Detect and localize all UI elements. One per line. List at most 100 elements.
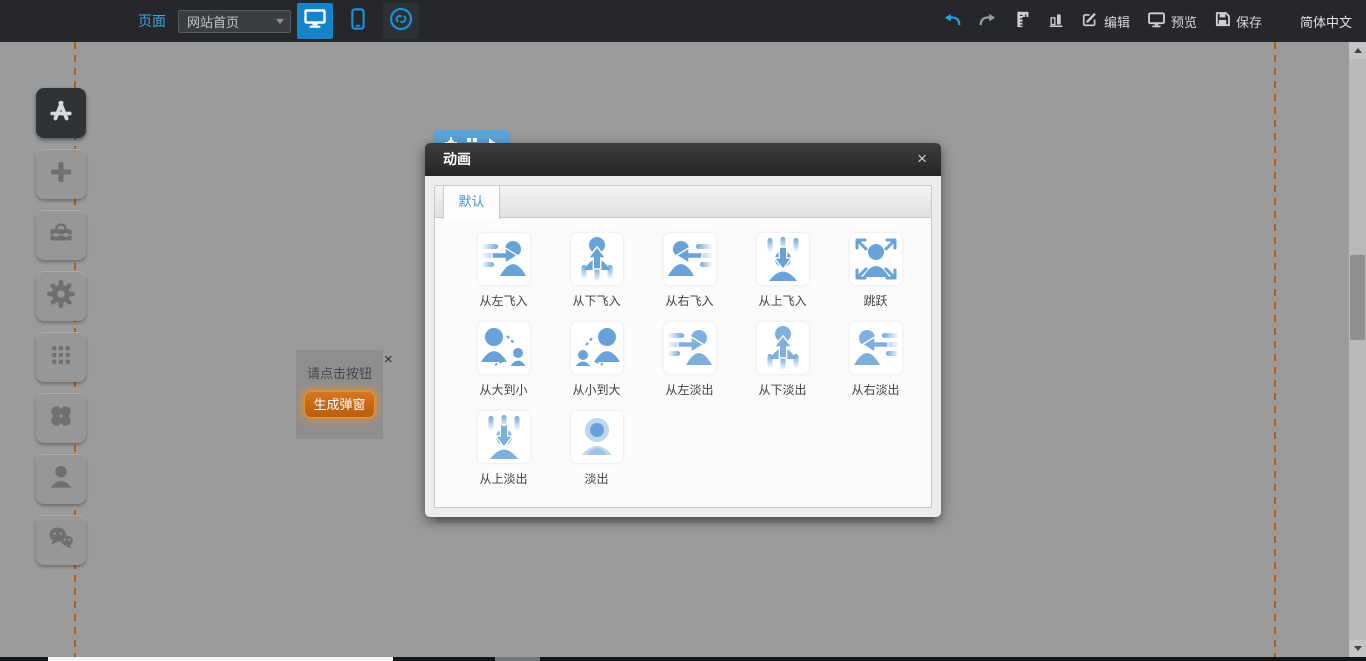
animation-grid: 从左飞入从下飞入从右飞入从上飞入 跳跃从大到小从小到大从左淡出从下淡出从右淡出从… — [435, 218, 931, 487]
animation-option-label: 从左飞入 — [457, 292, 550, 309]
animation-dialog: 动画 × 默认 从左飞入从下飞入从右飞入从上飞入 跳跃从大到小从小到大从左淡出从… — [425, 143, 941, 517]
view-mode-group — [297, 3, 419, 39]
animation-option-fly-in-left[interactable]: 从左飞入 — [457, 233, 550, 309]
redo-button[interactable] — [979, 14, 996, 29]
animation-option-fade-out-bottom[interactable]: 从下淡出 — [736, 322, 829, 398]
mobile-icon — [351, 8, 365, 35]
generate-popup-button[interactable]: 生成弹窗 — [304, 391, 375, 418]
view-mode-mobile[interactable] — [340, 3, 376, 39]
jump-icon — [850, 233, 902, 285]
animation-option-label: 从右飞入 — [643, 292, 736, 309]
page-label: 页面 — [138, 11, 166, 31]
link-icon — [389, 7, 413, 36]
animation-option-fade-out-left[interactable]: 从左淡出 — [643, 322, 736, 398]
dialog-body: 默认 从左飞入从下飞入从右飞入从上飞入 跳跃从大到小从小到大从左淡出从下淡出从右… — [425, 176, 941, 517]
animation-option-fly-in-right[interactable]: 从右飞入 — [643, 233, 736, 309]
sidebar-item-user[interactable] — [36, 454, 86, 504]
clover-icon — [46, 401, 76, 436]
animation-option-jump[interactable]: 跳跃 — [829, 233, 922, 309]
page-bottom-strip — [48, 657, 393, 661]
tab-default[interactable]: 默认 — [443, 186, 500, 219]
edit-button[interactable]: 编辑 — [1082, 12, 1130, 31]
fly-in-top-icon — [757, 233, 809, 285]
redo-icon — [979, 14, 996, 29]
animation-option-label: 从上淡出 — [457, 470, 550, 487]
widget-close-icon[interactable]: × — [384, 352, 393, 367]
wechat-icon — [45, 522, 77, 559]
preview-monitor-icon — [1148, 12, 1165, 31]
page-select[interactable]: 网站首页 — [178, 10, 291, 33]
preview-button[interactable]: 预览 — [1148, 12, 1197, 31]
scroll-up-button[interactable] — [1349, 42, 1366, 59]
sidebar-item-components[interactable] — [36, 88, 86, 138]
horizontal-scrollbar[interactable] — [0, 657, 1366, 661]
sidebar-item-wechat[interactable] — [36, 515, 86, 565]
sidebar-item-modules[interactable] — [36, 332, 86, 382]
preview-label: 预览 — [1171, 12, 1197, 31]
animation-option-fade-out-right[interactable]: 从右淡出 — [829, 322, 922, 398]
toolbar-actions: 编辑 预览保存 — [944, 0, 1262, 42]
animation-option-label: 从下淡出 — [736, 381, 829, 398]
appstore-icon — [46, 96, 76, 131]
animation-option-fade-out[interactable]: 淡出 — [550, 411, 643, 487]
grid-icon — [46, 340, 76, 375]
dialog-title: 动画 — [425, 143, 941, 176]
widget-prompt-text: 请点击按钮 — [296, 363, 383, 382]
toolbox-icon — [46, 218, 76, 253]
big-to-small-icon — [478, 322, 530, 374]
dialog-tabstrip: 默认 — [434, 185, 932, 218]
fade-out-top-icon — [478, 411, 530, 463]
top-toolbar: 页面 网站首页 编辑 预览保存 简体中文 — [0, 0, 1366, 42]
vertical-scrollbar-thumb[interactable] — [1350, 255, 1365, 340]
stats-button[interactable] — [1049, 12, 1064, 30]
ruler-button[interactable] — [1014, 11, 1031, 31]
fly-in-right-icon — [664, 233, 716, 285]
sidebar-item-toolbox[interactable] — [36, 210, 86, 260]
scroll-down-button[interactable] — [1349, 640, 1366, 657]
animation-option-label: 从下飞入 — [550, 292, 643, 309]
edit-pencil-icon — [1082, 12, 1098, 30]
canvas-guide-right — [1274, 42, 1276, 657]
ruler-icon — [1014, 11, 1031, 31]
view-mode-desktop[interactable] — [297, 3, 333, 39]
view-mode-link[interactable] — [383, 3, 419, 39]
dialog-content: 从左飞入从下飞入从右飞入从上飞入 跳跃从大到小从小到大从左淡出从下淡出从右淡出从… — [434, 218, 932, 508]
animation-option-fly-in-top[interactable]: 从上飞入 — [736, 233, 829, 309]
triangle-up-icon — [1354, 48, 1362, 53]
animation-option-label: 从左淡出 — [643, 381, 736, 398]
sidebar-item-widgets[interactable] — [36, 393, 86, 443]
fade-out-icon — [571, 411, 623, 463]
save-button[interactable]: 保存 — [1215, 12, 1262, 31]
animation-option-small-to-big[interactable]: 从小到大 — [550, 322, 643, 398]
sidebar-item-settings[interactable] — [36, 271, 86, 321]
fade-out-left-icon — [664, 322, 716, 374]
fade-out-bottom-icon — [757, 322, 809, 374]
undo-button[interactable] — [944, 14, 961, 29]
left-sidebar — [36, 88, 86, 565]
plus-icon — [46, 157, 76, 192]
animation-option-label: 从小到大 — [550, 381, 643, 398]
animation-option-label: 从右淡出 — [829, 381, 922, 398]
animation-option-label: 跳跃 — [829, 292, 922, 309]
language-switcher[interactable]: 简体中文 — [1300, 0, 1352, 42]
edit-label: 编辑 — [1104, 12, 1130, 31]
user-icon — [46, 462, 76, 497]
animation-option-fly-in-bottom[interactable]: 从下飞入 — [550, 233, 643, 309]
animation-option-fade-out-top[interactable]: 从上淡出 — [457, 411, 550, 487]
fly-in-bottom-icon — [571, 233, 623, 285]
animation-option-label: 淡出 — [550, 470, 643, 487]
dialog-close-icon[interactable]: × — [917, 150, 927, 167]
sidebar-item-add[interactable] — [36, 149, 86, 199]
chevron-down-icon — [276, 19, 284, 24]
triangle-down-icon — [1354, 646, 1362, 651]
vertical-scrollbar[interactable] — [1349, 42, 1366, 657]
save-icon — [1215, 12, 1230, 30]
popup-trigger-widget[interactable]: 请点击按钮 生成弹窗 — [296, 350, 383, 439]
small-to-big-icon — [571, 322, 623, 374]
chart-icon — [1049, 12, 1064, 30]
horizontal-scrollbar-thumb[interactable] — [495, 657, 540, 661]
desktop-icon — [304, 9, 326, 33]
animation-option-big-to-small[interactable]: 从大到小 — [457, 322, 550, 398]
page-select-value: 网站首页 — [187, 12, 276, 31]
undo-icon — [944, 14, 961, 29]
